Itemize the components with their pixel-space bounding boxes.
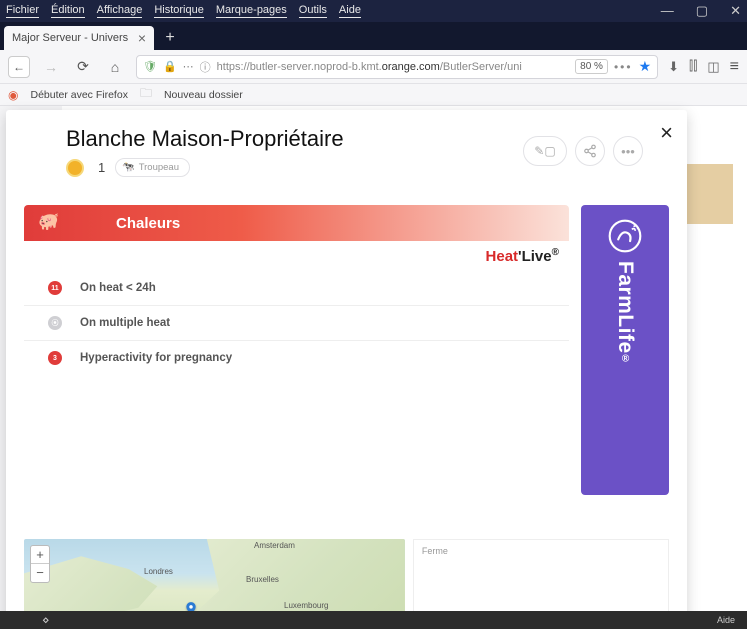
page-actions-icon[interactable]: ••• (614, 60, 633, 74)
url-input[interactable]: 🛡 🔒 ⋯ ⓘ https://butler-server.noprod-b.k… (136, 55, 658, 79)
share-button[interactable] (575, 136, 605, 166)
owner-modal: × Blanche Maison-Propriétaire 1 🐄 Troupe… (6, 110, 687, 625)
heat-row-label: On heat < 24h (80, 282, 156, 294)
close-modal-button[interactable]: × (660, 120, 673, 146)
bookmark-new-folder[interactable]: Nouveau dossier (164, 89, 243, 101)
reload-button[interactable]: ⟳ (72, 56, 94, 78)
statusbar-icon: ⋄ (42, 613, 50, 627)
city-label: Londres (144, 567, 173, 576)
app-menu-button[interactable]: ≡ (730, 58, 739, 76)
city-label: Amsterdam (254, 541, 295, 550)
rank-value: 1 (98, 160, 105, 175)
minimize-button[interactable]: — (661, 3, 674, 19)
url-text: https://butler-server.noprod-b.kmt.orang… (217, 61, 522, 73)
bookmark-star-icon[interactable]: ★ (639, 58, 652, 75)
menu-history[interactable]: Historique (154, 4, 204, 18)
status-badge-icon: 11 (48, 281, 62, 295)
rank-badge-icon (66, 159, 84, 177)
zoom-indicator[interactable]: 80 % (575, 59, 608, 74)
heat-brand: Heat'Live® (24, 241, 569, 267)
close-window-button[interactable]: ✕ (730, 3, 741, 19)
new-tab-button[interactable]: + (158, 26, 182, 50)
heat-row[interactable]: 3 Hyperactivity for pregnancy (24, 340, 569, 375)
cow-icon: 🐄 (122, 162, 134, 173)
menu-bookmarks[interactable]: Marque-pages (216, 4, 287, 18)
folder-icon: 🗀 (140, 84, 152, 105)
heat-header: 🐖 Chaleurs (24, 205, 569, 241)
heat-row-label: Hyperactivity for pregnancy (80, 352, 232, 364)
app-menu: Fichier Édition Affichage Historique Mar… (6, 4, 361, 18)
heat-row[interactable]: 11 On heat < 24h (24, 271, 569, 305)
lock-icon: 🔒 (163, 60, 177, 73)
bookmarks-bar: ◉ Débuter avec Firefox 🗀 Nouveau dossier (0, 84, 747, 106)
heat-title: Chaleurs (116, 215, 180, 232)
window-controls: — ▢ ✕ (661, 3, 741, 19)
zoom-out-button[interactable]: − (31, 564, 49, 582)
site-info-icon: ⓘ (200, 59, 211, 75)
back-button[interactable]: ← (8, 56, 30, 78)
city-label: Luxembourg (284, 601, 328, 610)
bg-card (683, 164, 733, 224)
farmlife-label: FarmLife® (613, 261, 637, 365)
heat-card: 🐖 Chaleurs Heat'Live® 11 On heat < 24h ⦿… (24, 205, 569, 495)
menu-view[interactable]: Affichage (97, 4, 143, 18)
browser-tab[interactable]: Major Serveur - Univers × (4, 26, 154, 50)
modal-actions: ✎▢ ••• (523, 136, 643, 166)
menu-file[interactable]: Fichier (6, 4, 39, 18)
farm-label: Ferme (422, 546, 448, 556)
heat-row[interactable]: ⦿ On multiple heat (24, 305, 569, 340)
maximize-button[interactable]: ▢ (696, 3, 708, 19)
window-titlebar: Fichier Édition Affichage Historique Mar… (0, 0, 747, 22)
bookmark-getting-started[interactable]: Débuter avec Firefox (30, 89, 127, 101)
status-badge-icon: ⦿ (48, 316, 62, 330)
heat-row-label: On multiple heat (80, 317, 170, 329)
address-bar: ← → ⟳ ⌂ 🛡 🔒 ⋯ ⓘ https://butler-server.no… (0, 50, 747, 84)
heat-section: 🐖 Chaleurs Heat'Live® 11 On heat < 24h ⦿… (24, 205, 669, 495)
edit-button[interactable]: ✎▢ (523, 136, 567, 166)
map-zoom-control: + − (30, 545, 50, 583)
firefox-icon: ◉ (8, 88, 18, 102)
status-badge-icon: 3 (48, 351, 62, 365)
menu-edit[interactable]: Édition (51, 4, 85, 18)
page-content: ▲ ✦Ta ✦Ac ≣Ré ✦Mi Filtrer MES UN ＋Cn ✦To… (0, 106, 747, 629)
more-button[interactable]: ••• (613, 136, 643, 166)
city-label: Bruxelles (246, 575, 279, 584)
close-tab-icon[interactable]: × (138, 30, 146, 46)
modal-header: × Blanche Maison-Propriétaire 1 🐄 Troupe… (6, 110, 687, 187)
status-bar: ⋄ Aide (0, 611, 747, 629)
shield-icon: 🛡 (143, 60, 157, 73)
farmlife-logo-icon (608, 219, 642, 253)
modal-title: Blanche Maison-Propriétaire (66, 126, 344, 152)
herd-chip[interactable]: 🐄 Troupeau (115, 158, 190, 177)
zoom-in-button[interactable]: + (31, 546, 49, 564)
pig-icon: 🐖 (38, 212, 59, 232)
menu-help[interactable]: Aide (339, 4, 361, 18)
home-button[interactable]: ⌂ (104, 56, 126, 78)
permissions-icon: ⋯ (183, 60, 194, 73)
menu-tools[interactable]: Outils (299, 4, 327, 18)
downloads-icon[interactable]: ⬇ (668, 59, 679, 75)
farmlife-panel[interactable]: FarmLife® (581, 205, 669, 495)
sidebar-toggle-icon[interactable]: ◫ (707, 59, 719, 75)
heat-rows: 11 On heat < 24h ⦿ On multiple heat 3 Hy… (24, 267, 569, 375)
forward-button[interactable]: → (40, 56, 62, 78)
library-icon[interactable]: ⫿⫿ (689, 59, 697, 74)
tab-title: Major Serveur - Univers (12, 32, 128, 44)
help-link[interactable]: Aide (717, 615, 735, 625)
tab-strip: Major Serveur - Univers × + (0, 22, 747, 50)
